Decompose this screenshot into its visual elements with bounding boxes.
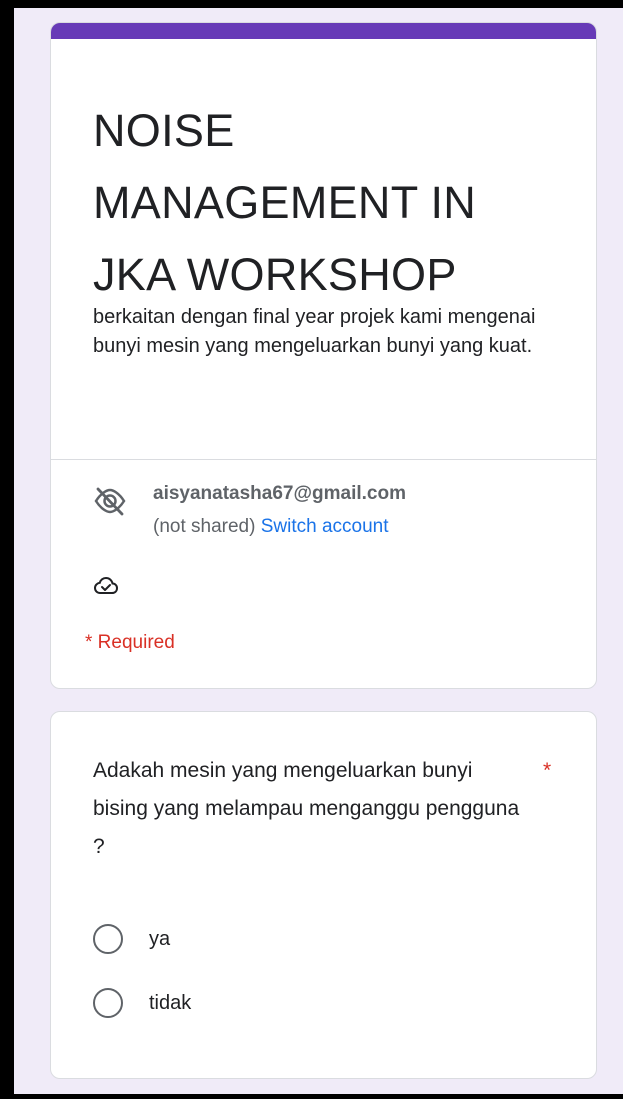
screen-edge-left bbox=[0, 0, 14, 1099]
form-header-card: NOISE MANAGEMENT IN JKA WORKSHOP berkait… bbox=[50, 22, 597, 689]
account-email: aisyanatasha67@gmail.com bbox=[153, 483, 406, 504]
required-note: * Required bbox=[85, 632, 175, 653]
question-text: Adakah mesin yang mengeluarkan bunyi bis… bbox=[93, 759, 520, 858]
accent-bar bbox=[51, 23, 596, 39]
not-shared-text: (not shared) bbox=[153, 516, 256, 537]
eye-off-icon bbox=[94, 487, 126, 516]
divider bbox=[51, 459, 596, 460]
option-label: tidak bbox=[149, 992, 192, 1014]
screen-edge-top bbox=[0, 0, 623, 8]
form-title: NOISE MANAGEMENT IN JKA WORKSHOP bbox=[93, 105, 477, 300]
cloud-check-icon bbox=[93, 576, 119, 594]
account-status-line: (not shared) Switch account bbox=[153, 516, 389, 538]
form-description: berkaitan dengan final year projek kami … bbox=[93, 306, 536, 357]
radio-button[interactable] bbox=[93, 988, 123, 1018]
screen-edge-bottom bbox=[0, 1094, 623, 1099]
switch-account-link[interactable]: Switch account bbox=[261, 516, 389, 537]
required-asterisk: * bbox=[543, 759, 552, 782]
radio-button[interactable] bbox=[93, 924, 123, 954]
option-label: ya bbox=[149, 928, 171, 950]
question-card: Adakah mesin yang mengeluarkan bunyi bis… bbox=[50, 711, 597, 1079]
